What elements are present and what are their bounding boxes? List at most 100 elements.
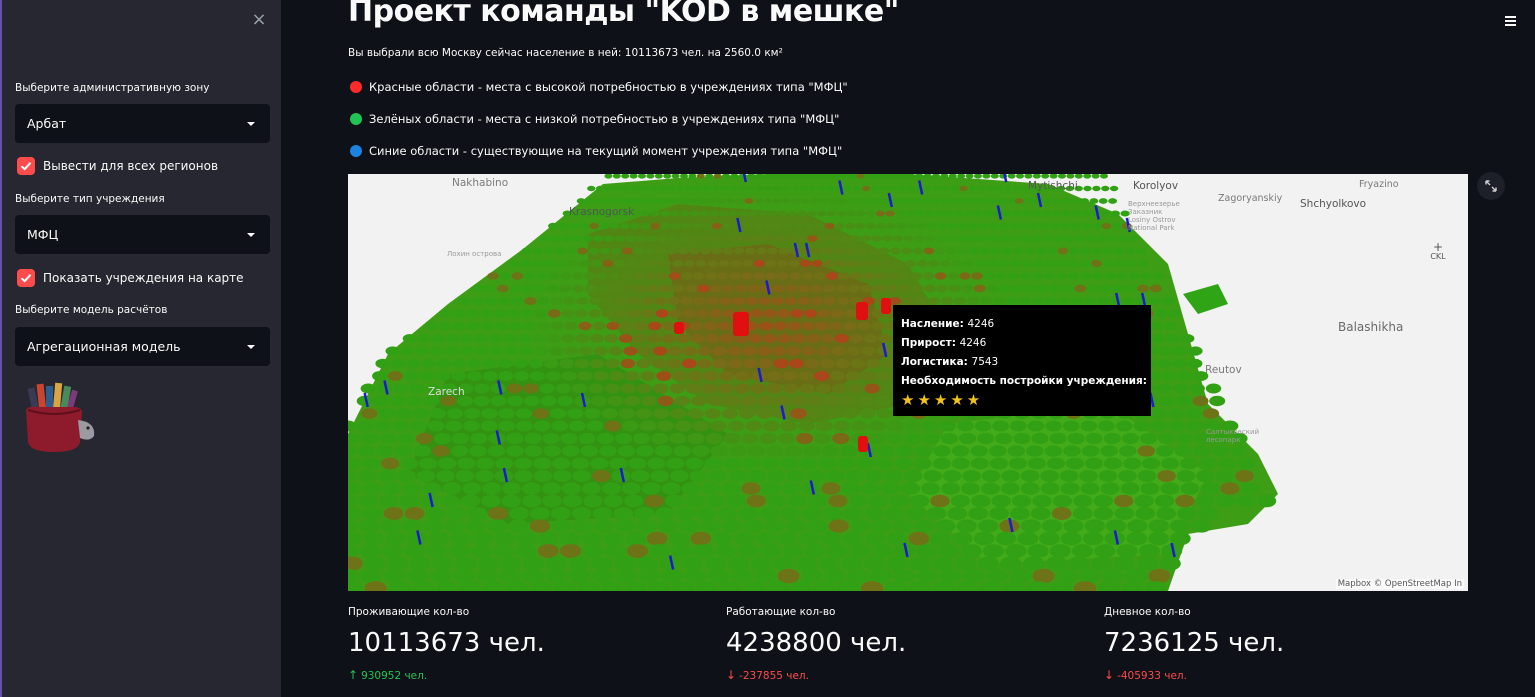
hexagon-cell[interactable] — [1010, 235, 1022, 242]
hexagon-cell[interactable] — [844, 185, 853, 192]
hexagon-cell[interactable] — [1044, 259, 1056, 268]
hexagon-cell[interactable] — [603, 494, 624, 508]
hexagon-cell[interactable] — [1067, 432, 1085, 445]
hexagon-cell[interactable] — [977, 556, 999, 571]
hexagon-cell[interactable] — [1156, 507, 1176, 520]
hexagon-cell[interactable] — [528, 358, 544, 369]
hexagon-cell[interactable] — [991, 494, 1011, 508]
hexagon-cell[interactable] — [1080, 482, 1100, 495]
hexagon-cell[interactable] — [514, 470, 533, 482]
hexagon-cell[interactable] — [901, 247, 912, 255]
hexagon-cell[interactable] — [746, 494, 766, 508]
hexagon-cell[interactable] — [974, 420, 992, 432]
hexagon-cell[interactable] — [1081, 445, 1100, 457]
hexagon-cell[interactable] — [1175, 494, 1195, 508]
hexagon-cell[interactable] — [450, 531, 472, 546]
hexagon-cell[interactable] — [465, 519, 487, 533]
hexagon-cell[interactable] — [660, 284, 672, 293]
hexagon-cell[interactable] — [910, 272, 923, 280]
hexagon-cell[interactable] — [879, 247, 890, 255]
hexagon-cell[interactable] — [925, 235, 936, 242]
hexagon-cell[interactable] — [935, 519, 956, 533]
hexagon-cell[interactable] — [402, 334, 417, 343]
hexagon-cell[interactable] — [626, 544, 648, 558]
hexagon-cell[interactable] — [1062, 420, 1080, 432]
hexagon-cell[interactable] — [1040, 470, 1059, 482]
hexagon-cell[interactable] — [1086, 284, 1099, 293]
hexagon-cell[interactable] — [700, 519, 721, 533]
hexagon-cell[interactable] — [893, 568, 916, 584]
hexagon-cell[interactable] — [881, 259, 893, 268]
hexagon-cell[interactable] — [619, 222, 630, 230]
hexagon-cell[interactable] — [806, 470, 825, 482]
hexagon-cell[interactable] — [701, 383, 718, 394]
hexagon-cell[interactable] — [1080, 420, 1098, 432]
hexagon-cell[interactable] — [923, 185, 933, 192]
hexagon-cell[interactable] — [732, 235, 743, 242]
hexagon-cell[interactable] — [843, 507, 863, 520]
hexagon-cell[interactable] — [1195, 494, 1215, 508]
hexagon-cell[interactable] — [977, 185, 986, 192]
hexagon-cell[interactable] — [741, 395, 758, 407]
hexagon-cell[interactable] — [1031, 432, 1049, 445]
hexagon-cell[interactable] — [912, 198, 922, 204]
hexagon-cell[interactable] — [660, 222, 671, 230]
hexagon-cell[interactable] — [375, 358, 390, 369]
hexagon-cell[interactable] — [1089, 198, 1099, 204]
hexagon-cell[interactable] — [381, 457, 400, 470]
hexagon-cell[interactable] — [1114, 259, 1126, 268]
hexagon-cell[interactable] — [846, 346, 861, 356]
hexagon-cell[interactable] — [962, 470, 981, 482]
hexagon-cell[interactable] — [1012, 210, 1023, 217]
hexagon-cell[interactable] — [568, 420, 586, 432]
hexagon-cell[interactable] — [561, 334, 575, 343]
hexagon-cell[interactable] — [903, 235, 915, 242]
hexagon-cell[interactable] — [358, 470, 377, 482]
hexagon-cell[interactable] — [963, 210, 974, 217]
hexagon-cell[interactable] — [951, 531, 973, 546]
hexagon-cell[interactable] — [845, 247, 856, 255]
hexagon-cell[interactable] — [728, 358, 743, 369]
hexagon-cell[interactable] — [901, 297, 915, 305]
hexagon-cell[interactable] — [385, 346, 400, 356]
hexagon-cell[interactable] — [968, 222, 978, 230]
hexagon-cell[interactable] — [466, 371, 482, 381]
hexagon-cell[interactable] — [636, 383, 653, 394]
hexagon-cell[interactable] — [966, 297, 980, 305]
hexagon-cell[interactable] — [1011, 284, 1024, 293]
hexagon-cell[interactable] — [995, 272, 1007, 280]
hexagon-cell[interactable] — [722, 247, 734, 255]
hexagon-cell[interactable] — [637, 259, 649, 268]
hexagon-cell[interactable] — [849, 544, 871, 558]
hexagon-cell[interactable] — [1193, 445, 1211, 457]
hexagon-cell[interactable] — [848, 383, 864, 394]
hexagon-cell[interactable] — [685, 494, 705, 508]
hexagon-cell[interactable] — [1085, 432, 1103, 445]
hexagon-cell[interactable] — [1173, 383, 1189, 394]
hexagon-cell[interactable] — [1103, 457, 1123, 470]
hexagon-cell[interactable] — [1180, 334, 1195, 343]
hexagon-cell[interactable] — [509, 507, 529, 520]
hexagon-cell[interactable] — [523, 272, 536, 280]
hexagon-cell[interactable] — [662, 321, 676, 331]
hexagon-cell[interactable] — [1052, 494, 1073, 508]
hexagon-cell[interactable] — [464, 408, 481, 419]
hexagon-cell[interactable] — [777, 334, 792, 343]
hexagon-cell[interactable] — [1032, 494, 1052, 508]
hexagon-cell[interactable] — [562, 494, 583, 508]
hexagon-cell[interactable] — [561, 235, 572, 242]
hexagon-cell[interactable] — [672, 371, 688, 381]
hexagon-cell[interactable] — [545, 556, 568, 571]
hexagon-cell[interactable] — [725, 198, 735, 204]
hexagon-cell[interactable] — [856, 247, 868, 255]
hexagon-cell[interactable] — [507, 309, 521, 318]
hexagon-cell[interactable] — [988, 222, 999, 230]
hexagon-cell[interactable] — [435, 371, 451, 381]
hexagon-cell[interactable] — [640, 185, 649, 192]
hexagon-cell[interactable] — [884, 470, 903, 482]
hexagon-cell[interactable] — [1057, 247, 1069, 255]
hexagon-cell[interactable] — [487, 519, 508, 533]
hexagon-cell[interactable] — [1049, 174, 1058, 179]
hexagon-cell[interactable] — [406, 395, 423, 407]
hexagon-cell[interactable] — [744, 198, 754, 204]
